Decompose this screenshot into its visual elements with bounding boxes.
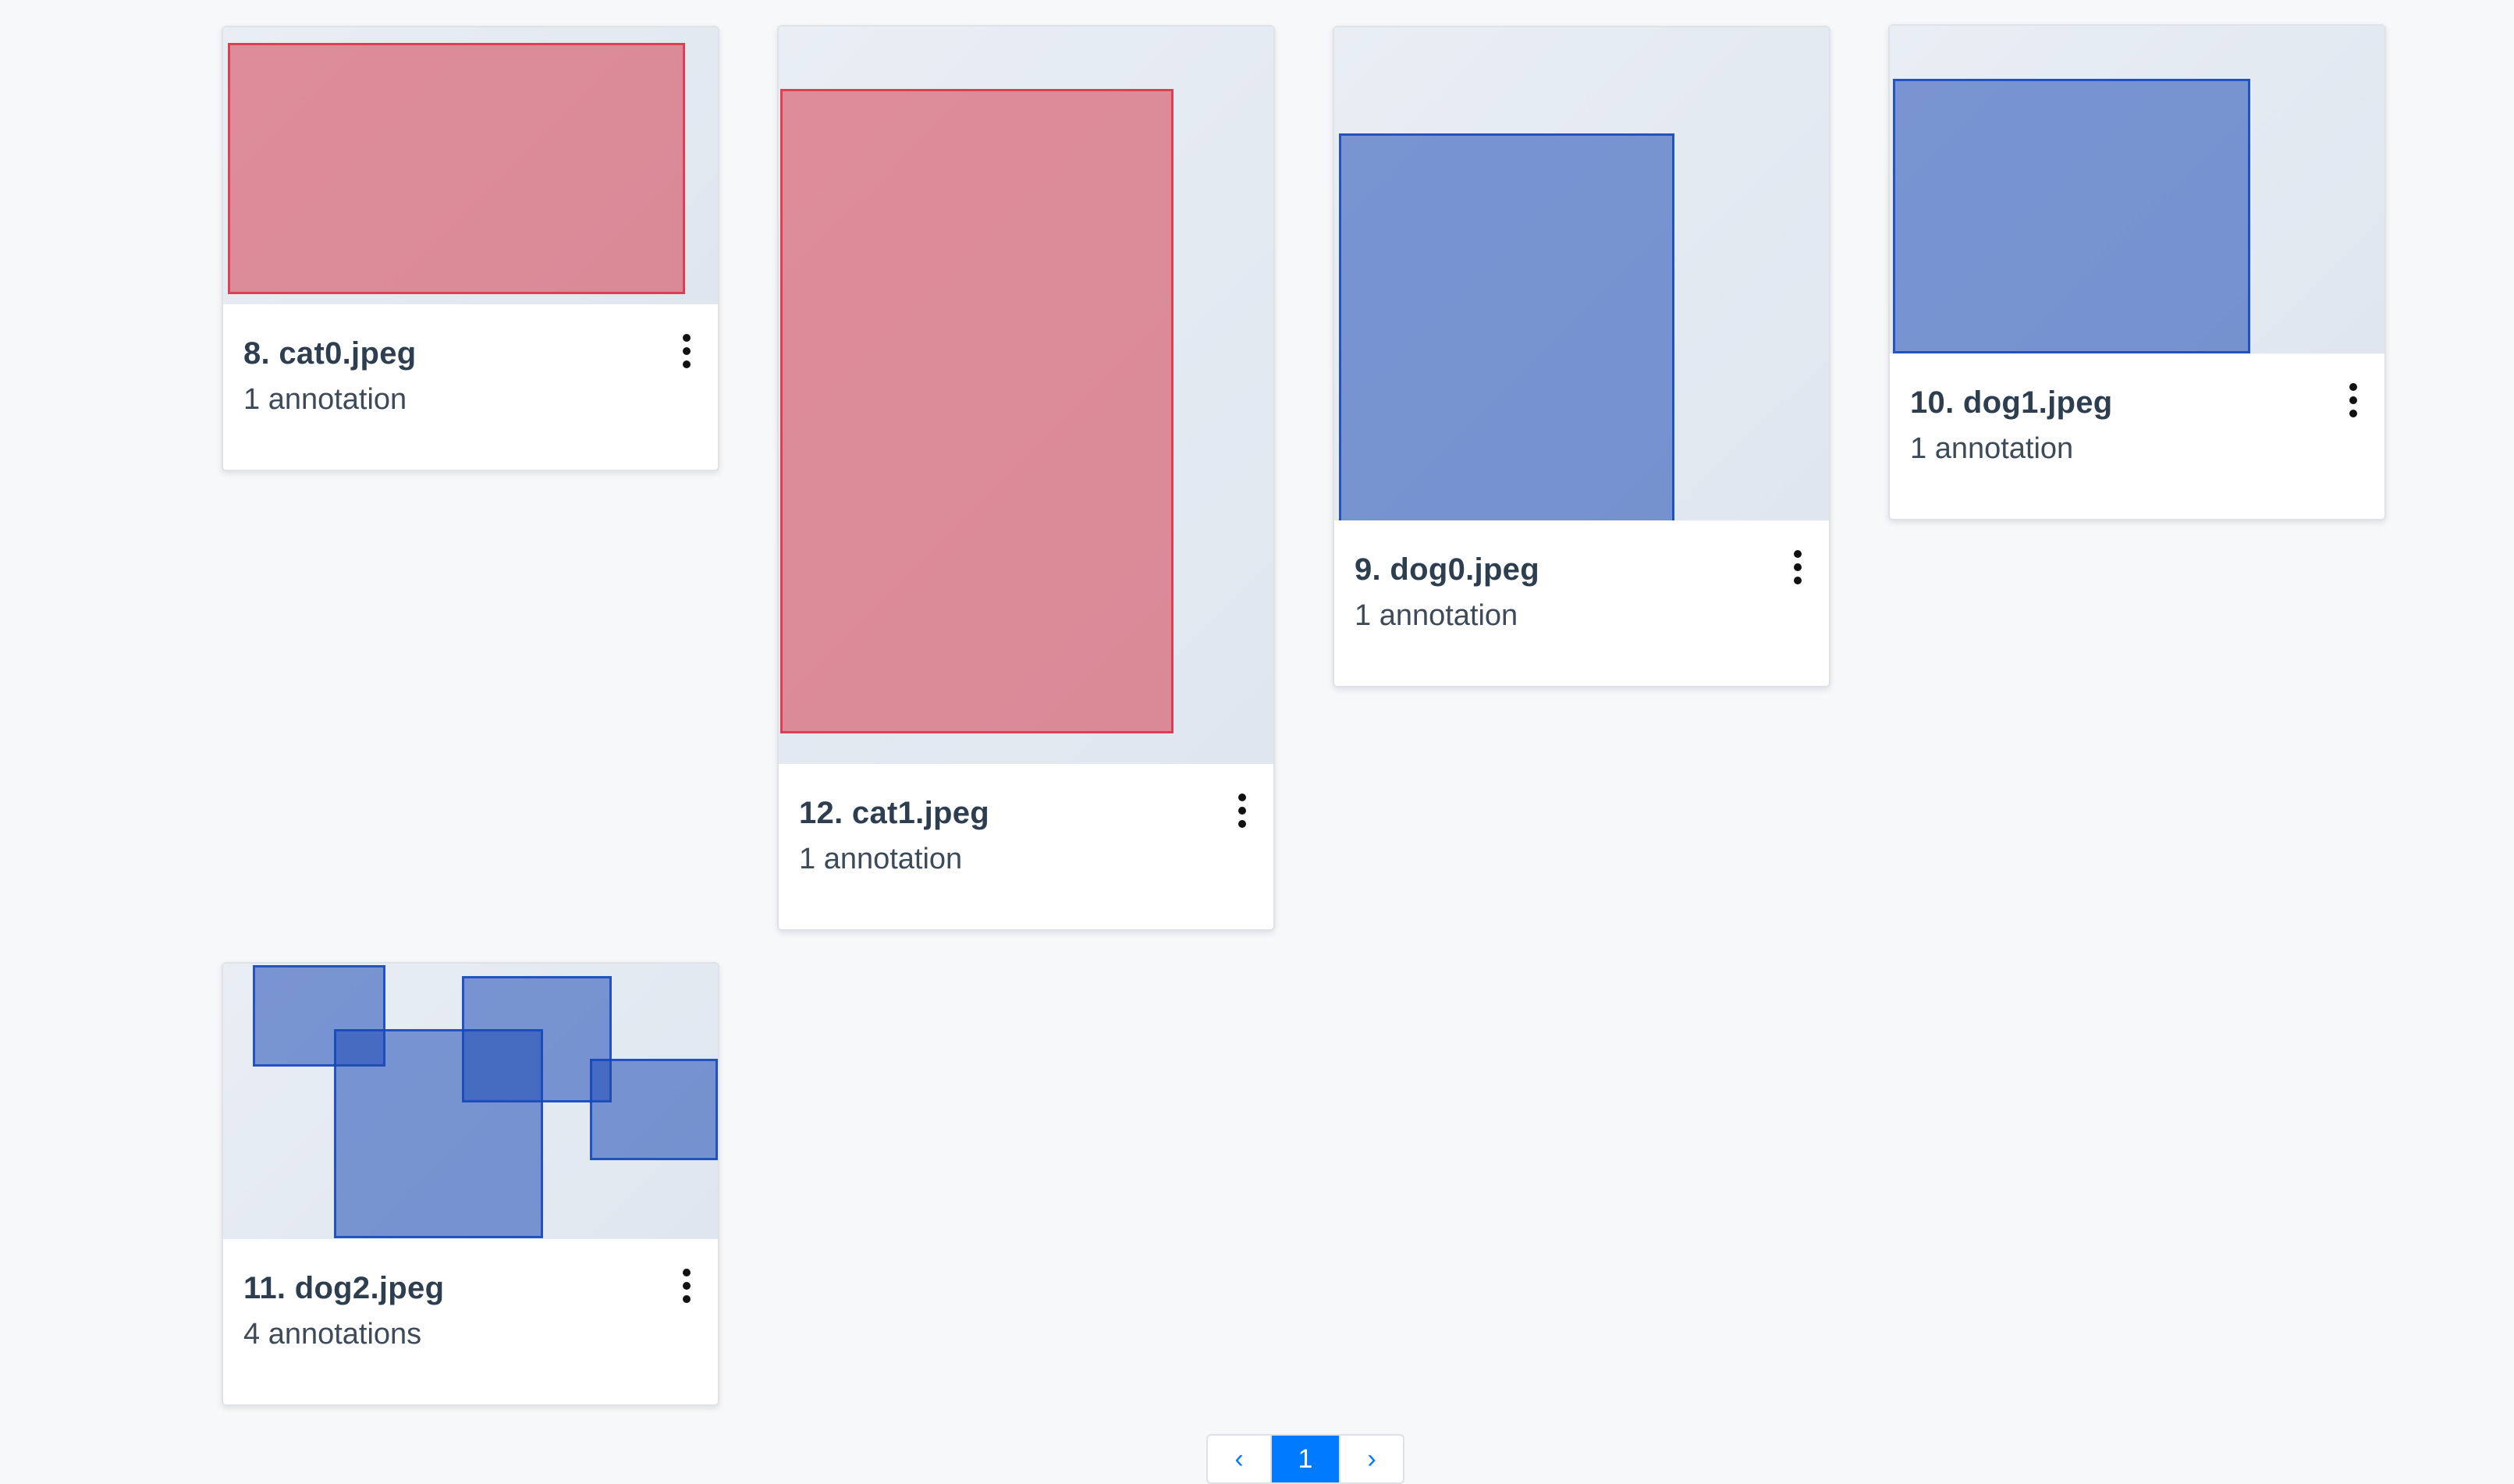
image-thumbnail[interactable]	[1890, 26, 2384, 353]
annotation-box	[228, 43, 685, 294]
image-title: 10. dog1.jpeg	[1910, 385, 2113, 420]
annotation-count: 1 annotation	[1910, 432, 2074, 465]
annotation-count: 1 annotation	[799, 843, 963, 875]
card-info: 12. cat1.jpeg 1 annotation	[779, 764, 1273, 929]
annotation-box	[334, 1029, 543, 1238]
annotation-box	[780, 89, 1174, 733]
image-card[interactable]: 11. dog2.jpeg 4 annotations	[222, 962, 719, 1406]
annotation-count: 4 annotations	[243, 1318, 422, 1351]
image-card[interactable]: 9. dog0.jpeg 1 annotation	[1333, 26, 1830, 687]
image-title: 12. cat1.jpeg	[799, 796, 990, 830]
card-info: 11. dog2.jpeg 4 annotations	[223, 1239, 718, 1404]
kebab-menu-icon[interactable]	[1233, 793, 1252, 828]
image-card[interactable]: 12. cat1.jpeg 1 annotation	[777, 25, 1275, 931]
image-card[interactable]: 10. dog1.jpeg 1 annotation	[1888, 24, 2386, 520]
image-title: 11. dog2.jpeg	[243, 1271, 445, 1305]
annotation-box	[1893, 79, 2250, 353]
pagination-page-current[interactable]: 1	[1272, 1436, 1340, 1482]
image-card[interactable]: 8. cat0.jpeg 1 annotation	[222, 26, 719, 471]
annotation-count: 1 annotation	[1355, 599, 1518, 632]
annotation-count: 1 annotation	[243, 383, 407, 416]
kebab-menu-icon[interactable]	[677, 334, 696, 368]
pagination-next[interactable]: ›	[1340, 1436, 1403, 1482]
image-title: 8. cat0.jpeg	[243, 336, 417, 371]
annotation-box	[1339, 133, 1674, 520]
kebab-menu-icon[interactable]	[2344, 383, 2363, 417]
card-info: 10. dog1.jpeg 1 annotation	[1890, 353, 2384, 519]
image-thumbnail[interactable]	[223, 27, 718, 304]
pagination-prev[interactable]: ‹	[1208, 1436, 1272, 1482]
pagination: ‹ 1 ›	[1206, 1434, 1404, 1484]
kebab-menu-icon[interactable]	[677, 1269, 696, 1303]
card-info: 8. cat0.jpeg 1 annotation	[223, 304, 718, 470]
image-title: 9. dog0.jpeg	[1355, 552, 1539, 587]
image-thumbnail[interactable]	[223, 964, 718, 1239]
kebab-menu-icon[interactable]	[1788, 550, 1807, 584]
image-thumbnail[interactable]	[1334, 27, 1829, 520]
annotation-box	[590, 1059, 718, 1160]
image-thumbnail[interactable]	[779, 27, 1273, 764]
card-info: 9. dog0.jpeg 1 annotation	[1334, 520, 1829, 686]
